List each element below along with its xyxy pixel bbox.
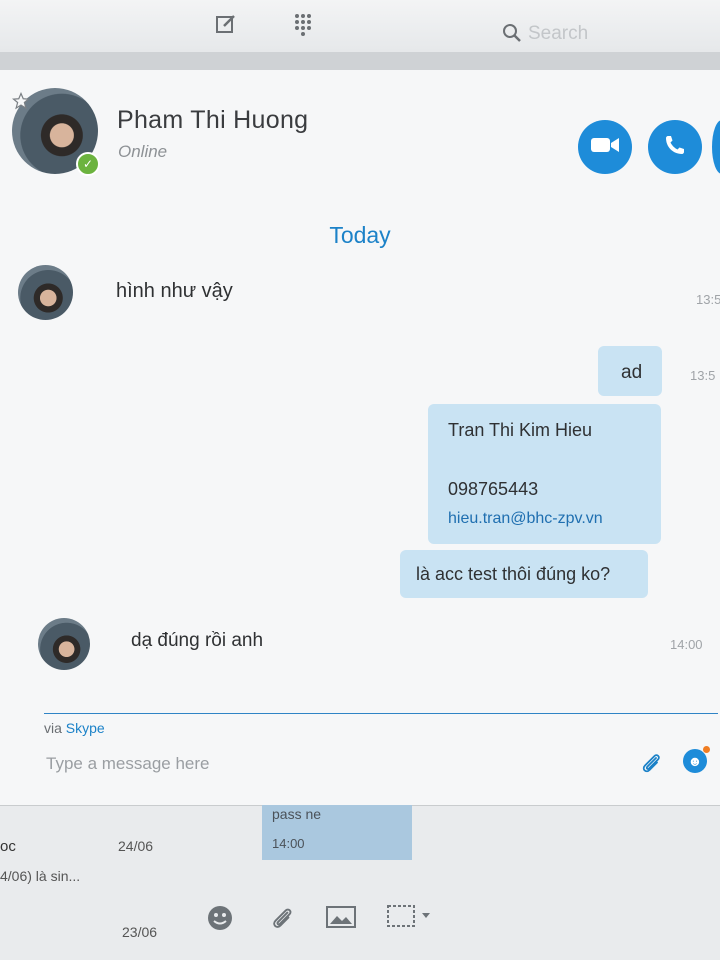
voice-call-button[interactable] (648, 120, 702, 174)
background-conversation-date: 23/06 (122, 924, 158, 940)
via-label: via Skype (44, 720, 105, 736)
presence-online-icon: ✓ (76, 152, 100, 176)
date-divider: Today (329, 222, 391, 248)
message-text: là acc test thôi đúng ko? (416, 564, 611, 584)
paperclip-icon[interactable] (268, 904, 296, 932)
via-prefix: via (44, 720, 62, 736)
image-icon[interactable] (326, 904, 356, 932)
contact-card-name: Tran Thi Kim Hieu (448, 420, 593, 440)
message-time: 13:5 (690, 368, 716, 383)
contact-card-phone: 098765443 (448, 479, 539, 499)
background-conversation-preview: 4/06) là sin... (0, 868, 81, 884)
notification-dot (703, 746, 710, 753)
message-text: hình như vậy (116, 280, 233, 302)
message-input[interactable] (44, 748, 608, 780)
screenshot-icon[interactable] (386, 904, 430, 932)
search-input[interactable] (526, 21, 710, 47)
dialpad-icon[interactable] (291, 12, 315, 36)
emoji-icon[interactable] (206, 904, 234, 932)
background-message-time: 14:00 (272, 836, 305, 851)
toolbar-divider (0, 52, 720, 72)
phone-icon (663, 133, 687, 162)
contact-name[interactable]: Pham Thi Huong (117, 106, 308, 135)
contact-card-email-link[interactable]: hieu.tran@bhc-zpv.vn (448, 510, 603, 528)
message-text: ad (621, 362, 643, 383)
sender-avatar[interactable] (18, 265, 73, 320)
background-conversation-date: 24/06 (118, 838, 154, 854)
compose-icon[interactable] (214, 12, 238, 36)
via-service-link[interactable]: Skype (66, 720, 105, 736)
app-toolbar (0, 0, 720, 52)
message-time: 13:5 (696, 292, 720, 307)
message-text: dạ đúng rồi anh (131, 630, 264, 651)
conversation-header: ✓ Pham Thi Huong Online (0, 70, 720, 190)
video-camera-icon (590, 135, 620, 160)
contact-status: Online (118, 142, 168, 161)
search-box[interactable] (496, 18, 716, 48)
background-message-text: pass ne (272, 806, 322, 822)
add-participant-button[interactable] (712, 120, 720, 174)
emoji-icon[interactable]: ☻ (683, 749, 707, 773)
sender-avatar[interactable] (38, 618, 90, 670)
video-call-button[interactable] (578, 120, 632, 174)
background-conversation-name[interactable]: oc (0, 838, 16, 855)
paperclip-icon[interactable] (638, 750, 664, 776)
composer-divider (44, 713, 718, 714)
message-time: 14:00 (670, 637, 703, 652)
star-icon[interactable] (11, 91, 31, 110)
conversation-window: ✓ Pham Thi Huong Online Today hình như v… (0, 70, 720, 806)
